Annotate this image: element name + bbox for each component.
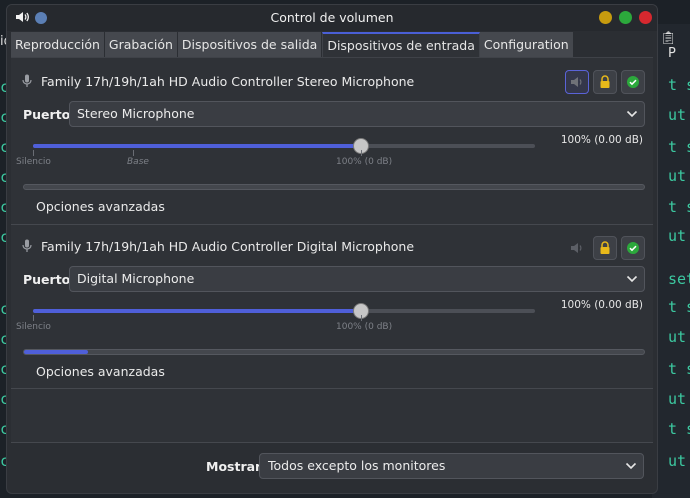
- tab-bar: Reproducción Grabación Dispositivos de s…: [11, 32, 574, 58]
- tick-hundred: [361, 150, 362, 156]
- minimize-button[interactable]: [599, 11, 612, 24]
- show-filter-select[interactable]: Todos excepto los monitores: [259, 453, 644, 479]
- label-base: Base: [127, 157, 149, 167]
- peak-meter: [23, 349, 645, 355]
- port-select[interactable]: Digital Microphone: [69, 266, 645, 292]
- close-button[interactable]: [639, 11, 652, 24]
- background-terminal-line: ut siz: [668, 328, 690, 346]
- label-hundred: 100% (0 dB): [336, 157, 393, 167]
- tick-silence: [33, 150, 34, 156]
- peak-meter-fill: [24, 350, 88, 354]
- microphone-icon: [22, 239, 32, 252]
- background-terminal-line: t siz: [668, 138, 690, 156]
- volume-slider-fill: [33, 309, 361, 313]
- lock-channels-button[interactable]: [593, 70, 617, 94]
- footer-divider: [11, 442, 653, 443]
- port-label: Puerto:: [23, 107, 76, 122]
- chevron-down-icon: [625, 462, 637, 470]
- volume-slider[interactable]: [33, 303, 535, 319]
- lock-icon: [600, 241, 610, 254]
- background-terminal-line: t siz: [668, 360, 690, 378]
- tick-base: [133, 150, 134, 156]
- background-clipboard: 📋︎P: [660, 31, 690, 61]
- background-terminal-line: ut siz: [668, 167, 690, 185]
- show-filter-value: Todos excepto los monitores: [268, 458, 446, 473]
- volume-control-window: Control de volumen Reproducción Grabació…: [6, 4, 658, 494]
- tab-configuration[interactable]: Configuration: [479, 32, 574, 58]
- speaker-icon: [571, 243, 582, 253]
- volume-slider[interactable]: [33, 138, 535, 154]
- titlebar[interactable]: Control de volumen: [7, 5, 657, 31]
- clipboard-icon: 📋︎: [660, 31, 677, 46]
- device-name: Family 17h/19h/1ah HD Audio Controller D…: [41, 239, 415, 254]
- volume-slider-fill: [33, 144, 361, 148]
- mute-toggle-button[interactable]: [565, 70, 589, 94]
- chevron-down-icon: [626, 275, 638, 283]
- device-digital-microphone: Family 17h/19h/1ah HD Audio Controller D…: [11, 224, 653, 390]
- device-separator: [11, 388, 653, 389]
- port-value: Stereo Microphone: [77, 106, 195, 121]
- window-title: Control de volumen: [270, 10, 394, 25]
- background-terminal-line: t siz: [668, 198, 690, 216]
- microphone-icon: [22, 74, 32, 87]
- lock-icon: [600, 75, 610, 88]
- port-label: Puerto:: [23, 272, 76, 287]
- lock-channels-button[interactable]: [593, 236, 617, 260]
- background-terminal-line: ut siz: [668, 227, 690, 245]
- chevron-down-icon: [626, 110, 638, 118]
- device-stereo-microphone: Family 17h/19h/1ah HD Audio Controller S…: [11, 58, 653, 224]
- label-hundred: 100% (0 dB): [336, 322, 393, 332]
- background-terminal-line: ut siz: [668, 390, 690, 408]
- background-letter: P: [668, 46, 676, 61]
- tick-hundred: [361, 315, 362, 321]
- tick-silence: [33, 315, 34, 321]
- tab-playback[interactable]: Reproducción: [11, 32, 105, 58]
- label-silence: Silencio: [16, 157, 51, 167]
- speaker-muted-icon: [571, 77, 582, 87]
- volume-percent: 100% (0.00 dB): [560, 134, 643, 146]
- maximize-button[interactable]: [619, 11, 632, 24]
- background-terminal-line: t siz: [668, 298, 690, 316]
- peak-meter: [23, 184, 645, 190]
- mute-toggle-button[interactable]: [565, 236, 589, 260]
- background-terminal-line: ut siz: [668, 106, 690, 124]
- volume-percent: 100% (0.00 dB): [560, 299, 643, 311]
- set-default-button[interactable]: [621, 236, 645, 260]
- tab-input-devices[interactable]: Dispositivos de entrada: [322, 32, 480, 58]
- background-terminal-line: t siz: [668, 420, 690, 438]
- advanced-options-toggle[interactable]: Opciones avanzadas: [36, 199, 165, 214]
- port-value: Digital Microphone: [77, 271, 195, 286]
- label-silence: Silencio: [16, 322, 51, 332]
- check-icon: [627, 76, 639, 88]
- show-label: Mostrar:: [206, 459, 267, 474]
- tab-recording[interactable]: Grabación: [104, 32, 178, 58]
- input-devices-panel: Family 17h/19h/1ah HD Audio Controller S…: [11, 58, 653, 442]
- advanced-options-toggle[interactable]: Opciones avanzadas: [36, 364, 165, 379]
- port-select[interactable]: Stereo Microphone: [69, 101, 645, 127]
- background-terminal-line: t siz: [668, 76, 690, 94]
- check-icon: [627, 242, 639, 254]
- set-default-button[interactable]: [621, 70, 645, 94]
- background-terminal-line: setti: [668, 270, 690, 288]
- device-name: Family 17h/19h/1ah HD Audio Controller S…: [41, 74, 415, 89]
- background-terminal-line: ut siz: [668, 452, 690, 470]
- tab-output-devices[interactable]: Dispositivos de salida: [177, 32, 323, 58]
